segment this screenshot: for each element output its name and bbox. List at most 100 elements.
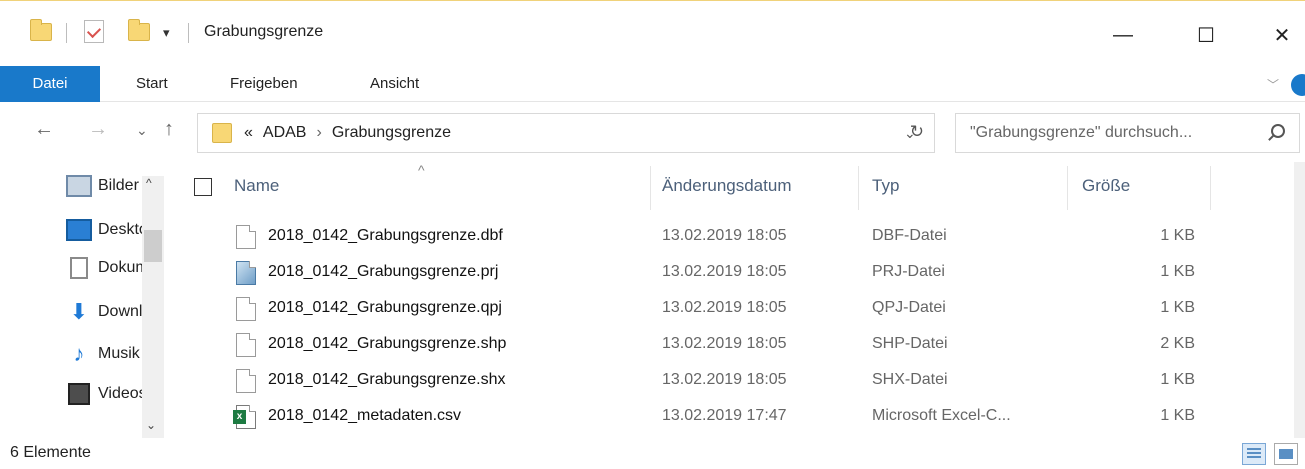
window-title: Grabungsgrenze (204, 23, 324, 40)
music-icon: ♪ (73, 341, 85, 366)
file-type: QPJ-Datei (872, 299, 946, 316)
file-type: SHP-Datei (872, 335, 948, 352)
breadcrumb-overflow[interactable]: « (244, 124, 253, 142)
file-date: 13.02.2019 18:05 (662, 371, 787, 388)
scroll-up-arrow[interactable]: ^ (146, 176, 152, 190)
breadcrumb-grabungsgrenze[interactable]: Grabungsgrenze (332, 124, 451, 142)
file-size: 1 KB (1160, 227, 1195, 244)
nav-item-downloads[interactable]: ⬇ Downloads (66, 296, 142, 328)
nav-item-label: Dokumente (98, 259, 142, 276)
file-row[interactable]: 2018_0142_Grabungsgrenze.dbf 13.02.2019 … (172, 222, 1212, 252)
file-size: 1 KB (1160, 371, 1195, 388)
file-row[interactable]: 2018_0142_Grabungsgrenze.prj 13.02.2019 … (172, 258, 1212, 288)
column-divider[interactable] (650, 166, 651, 210)
file-row[interactable]: 2018_0142_Grabungsgrenze.qpj 13.02.2019 … (172, 294, 1212, 324)
new-folder-icon[interactable] (128, 19, 150, 41)
file-icon (236, 225, 256, 249)
search-input[interactable]: "Grabungsgrenze" durchsuch... (955, 113, 1300, 153)
maximize-button[interactable]: ☐ (1183, 17, 1229, 53)
file-type: DBF-Datei (872, 227, 947, 244)
column-divider[interactable] (858, 166, 859, 210)
properties-icon[interactable] (84, 20, 104, 43)
file-size: 2 KB (1160, 335, 1195, 352)
scroll-thumb[interactable] (144, 230, 162, 262)
title-bar: ▾ Grabungsgrenze — ☐ ✕ (0, 0, 1305, 66)
file-size: 1 KB (1160, 407, 1195, 424)
column-headers: ^ Name Änderungsdatum Typ Größe (172, 162, 1305, 214)
nav-item-dokumente[interactable]: Dokumente (66, 252, 142, 284)
nav-item-label: Desktop (98, 221, 142, 238)
quick-access-dropdown[interactable]: ▾ (163, 25, 170, 41)
file-type: SHX-Datei (872, 371, 948, 388)
nav-item-desktop[interactable]: Desktop (66, 214, 142, 246)
downloads-icon: ⬇ (69, 299, 89, 324)
refresh-icon[interactable]: ↻ (910, 122, 924, 142)
file-row[interactable]: 2018_0142_Grabungsgrenze.shx 13.02.2019 … (172, 366, 1212, 396)
file-date: 13.02.2019 18:05 (662, 335, 787, 352)
nav-item-label: Downloads (98, 303, 142, 320)
search-placeholder: "Grabungsgrenze" durchsuch... (970, 124, 1193, 141)
recent-locations-button[interactable]: ⌄ (136, 122, 148, 139)
file-name: 2018_0142_metadaten.csv (268, 407, 462, 424)
minimize-button[interactable]: — (1100, 17, 1146, 53)
scroll-down-arrow[interactable]: ⌄ (146, 418, 156, 432)
column-header-type[interactable]: Typ (872, 176, 899, 196)
column-divider[interactable] (1067, 166, 1068, 210)
back-button[interactable]: ← (34, 118, 54, 141)
excel-csv-icon (233, 405, 256, 429)
file-date: 13.02.2019 18:05 (662, 263, 787, 280)
file-row[interactable]: 2018_0142_metadaten.csv 13.02.2019 17:47… (172, 402, 1212, 432)
prj-file-icon (236, 261, 256, 285)
nav-item-bilder[interactable]: Bilder (66, 170, 142, 202)
file-name: 2018_0142_Grabungsgrenze.qpj (268, 299, 502, 316)
quick-access-separator (66, 23, 67, 43)
file-icon (236, 333, 256, 357)
details-view-icon[interactable] (1242, 443, 1266, 465)
forward-button[interactable]: → (88, 118, 108, 141)
select-all-checkbox[interactable] (194, 178, 212, 196)
file-name: 2018_0142_Grabungsgrenze.prj (268, 263, 499, 280)
file-row[interactable]: 2018_0142_Grabungsgrenze.shp 13.02.2019 … (172, 330, 1212, 360)
address-bar[interactable]: « ADAB › Grabungsgrenze ⌄ ↻ (197, 113, 935, 153)
large-icons-view-icon[interactable] (1274, 443, 1298, 465)
desktop-icon (66, 219, 92, 241)
nav-item-musik[interactable]: ♪ Musik (66, 338, 142, 370)
file-list: 2018_0142_Grabungsgrenze.dbf 13.02.2019 … (172, 222, 1282, 438)
tab-freigeben[interactable]: Freigeben (216, 66, 312, 102)
documents-icon (70, 257, 88, 279)
help-icon[interactable] (1291, 74, 1305, 96)
breadcrumb-separator[interactable]: › (316, 124, 321, 142)
nav-item-label: Musik (98, 345, 140, 362)
file-icon (236, 369, 256, 393)
breadcrumb-adab[interactable]: ADAB (263, 124, 307, 142)
navpane-scrollbar[interactable]: ^ ⌄ (142, 176, 164, 438)
column-header-size[interactable]: Größe (1082, 176, 1130, 196)
tab-datei[interactable]: Datei (0, 66, 100, 102)
up-button[interactable]: ↑ (164, 118, 174, 141)
file-size: 1 KB (1160, 263, 1195, 280)
file-type: PRJ-Datei (872, 263, 945, 280)
column-divider[interactable] (1210, 166, 1211, 210)
sort-indicator: ^ (418, 162, 425, 178)
file-date: 13.02.2019 17:47 (662, 407, 787, 424)
tab-start[interactable]: Start (122, 66, 182, 102)
nav-item-videos[interactable]: Videos (66, 378, 142, 410)
ribbon-tabs: Datei Start Freigeben Ansicht ﹀ (0, 66, 1305, 102)
file-type: Microsoft Excel-C... (872, 407, 1011, 424)
file-size: 1 KB (1160, 299, 1195, 316)
folder-icon (212, 123, 232, 143)
file-name: 2018_0142_Grabungsgrenze.shp (268, 335, 507, 352)
column-header-name[interactable]: Name (234, 176, 279, 196)
column-header-date[interactable]: Änderungsdatum (662, 176, 791, 196)
folder-icon[interactable] (30, 19, 52, 41)
address-row: ← → ⌄ ↑ « ADAB › Grabungsgrenze ⌄ ↻ "Gra… (0, 102, 1305, 162)
expand-ribbon-icon[interactable]: ﹀ (1267, 76, 1279, 93)
breadcrumb: « ADAB › Grabungsgrenze (244, 124, 451, 142)
item-count: 6 Elemente (10, 444, 91, 461)
file-list-scrollbar[interactable] (1294, 162, 1305, 438)
nav-item-label: Videos (98, 385, 142, 402)
search-icon[interactable] (1271, 124, 1285, 138)
title-separator (188, 23, 189, 43)
tab-ansicht[interactable]: Ansicht (356, 66, 433, 102)
close-button[interactable]: ✕ (1259, 17, 1305, 53)
